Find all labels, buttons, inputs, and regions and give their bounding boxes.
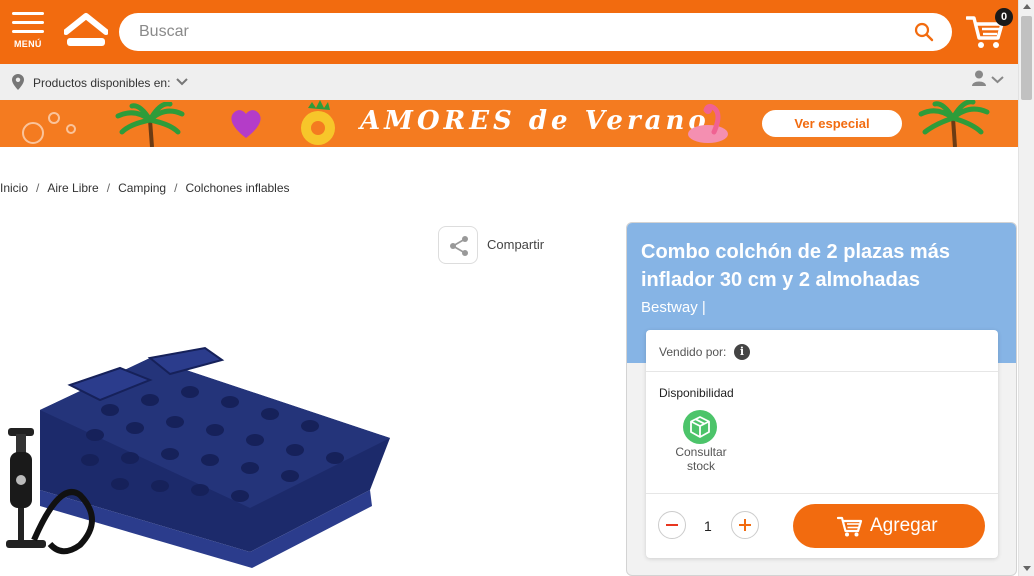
home-logo-icon[interactable] [64,12,108,50]
banner-title: AMORES de Verano [360,106,710,136]
breadcrumb-separator: / [174,181,178,195]
location-label[interactable]: Productos disponibles en: [33,76,170,90]
share-button[interactable] [438,226,478,264]
page: MENÚ 0 Productos disponibles en: [0,0,1034,576]
flamingo-float-icon [688,103,728,143]
location-pin-icon [12,74,24,90]
info-icon[interactable]: i [734,344,750,360]
stock-label[interactable]: Consultar stock [666,445,736,473]
menu-bar [12,21,44,24]
bubble-decoration [22,122,44,144]
product-brand[interactable]: Bestway | [641,299,706,316]
divider [646,493,998,494]
add-to-cart-label: Agregar [870,515,938,536]
menu-button[interactable]: MENÚ [12,12,46,52]
bubble-decoration [48,112,60,124]
quantity-increase-button[interactable] [731,511,759,539]
menu-label: MENÚ [14,39,42,49]
breadcrumb-item-inicio[interactable]: Inicio [0,181,28,195]
sold-by-label: Vendido por: [659,345,727,359]
cart-count-badge: 0 [995,8,1013,26]
breadcrumb-item-colchones-inflables[interactable]: Colchones inflables [185,181,289,195]
cart-icon [837,516,863,537]
scroll-thumb[interactable] [1021,16,1032,100]
add-to-cart-button[interactable]: Agregar [793,504,985,548]
user-icon[interactable] [972,70,986,86]
scroll-up-arrow-icon[interactable] [1023,4,1031,9]
search-icon[interactable] [914,22,934,42]
breadcrumb-separator: / [36,181,40,195]
share-icon [450,236,468,256]
breadcrumb: Inicio / Aire Libre / Camping / Colchones infl… [0,181,290,195]
breadcrumb-item-aire-libre[interactable]: Aire Libre [47,181,98,195]
menu-bar [12,12,44,15]
vertical-scrollbar[interactable] [1018,0,1034,576]
minus-icon [666,524,678,526]
purchase-card: Vendido por: i Disponibilidad Consultar … [646,330,998,558]
palm-tree-icon [115,102,185,147]
pineapple-float-icon [301,100,335,145]
product-title: Combo colchón de 2 plazas más inflador 3… [641,241,950,291]
quantity-decrease-button[interactable] [658,511,686,539]
ver-especial-button[interactable]: Ver especial [762,110,902,137]
search-box [119,13,952,51]
quantity-value: 1 [704,518,712,534]
heart-balloon-icon [231,110,261,138]
search-input[interactable] [139,21,899,43]
breadcrumb-separator: / [106,181,111,195]
palm-tree-icon [918,100,990,147]
availability-label: Disponibilidad [659,386,734,400]
product-image[interactable] [0,330,400,576]
product-panel: Combo colchón de 2 plazas más inflador 3… [626,222,1017,576]
location-bar: Productos disponibles en: [0,64,1018,100]
user-chevron-down-icon[interactable] [991,76,1004,84]
breadcrumb-item-camping[interactable]: Camping [118,181,166,195]
stock-box-icon[interactable] [683,410,717,444]
promo-banner[interactable]: AMORES de Verano Ver especial [0,100,1018,147]
bubble-decoration [66,124,76,134]
package-icon [690,416,710,438]
share-label[interactable]: Compartir [487,237,544,252]
divider [646,371,998,372]
scroll-down-arrow-icon[interactable] [1023,566,1031,571]
plus-icon-v [744,519,746,531]
menu-bar [12,30,44,33]
chevron-down-icon[interactable] [176,78,188,86]
top-header: MENÚ 0 [0,0,1018,64]
